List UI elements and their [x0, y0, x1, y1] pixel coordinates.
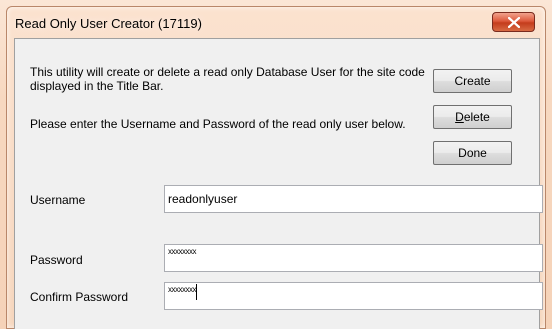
confirm-password-label: Confirm Password	[30, 290, 129, 304]
dialog-window: Read Only User Creator (17119) This util…	[6, 6, 546, 329]
delete-mnemonic: D	[455, 110, 464, 124]
window-title: Read Only User Creator (17119)	[15, 16, 202, 31]
close-x-icon	[507, 16, 520, 28]
delete-button[interactable]: Delete	[433, 105, 512, 129]
dialog-client-area: This utility will create or delete a rea…	[14, 38, 543, 329]
description-text: This utility will create or delete a rea…	[30, 65, 425, 93]
text-caret	[196, 284, 197, 300]
confirm-password-field[interactable]: xxxxxxxx	[164, 282, 543, 310]
title-bar[interactable]: Read Only User Creator (17119)	[7, 7, 545, 39]
delete-label-rest: elete	[463, 110, 490, 124]
instruction-text: Please enter the Username and Password o…	[30, 117, 406, 131]
create-button[interactable]: Create	[433, 69, 512, 93]
done-button[interactable]: Done	[433, 141, 512, 165]
close-button[interactable]	[492, 12, 535, 32]
password-field[interactable]: xxxxxxxx	[164, 244, 543, 272]
username-field[interactable]: readonlyuser	[164, 185, 543, 213]
confirm-password-mask: xxxxxxxx	[168, 285, 197, 294]
username-label: Username	[30, 193, 86, 207]
password-label: Password	[30, 253, 83, 267]
